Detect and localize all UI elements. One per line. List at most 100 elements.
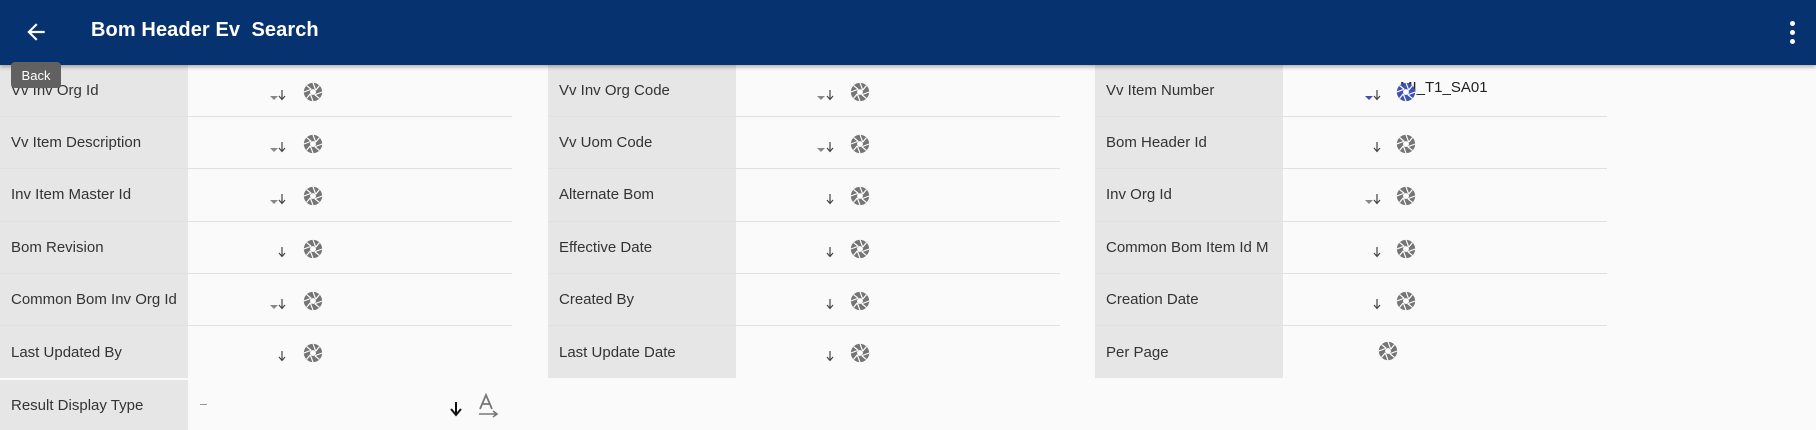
camera-shutter-icon[interactable] (849, 81, 871, 103)
field-label: Created By (548, 273, 736, 325)
form-row: Inv Item Master Id (0, 169, 512, 222)
chevron-down-icon[interactable] (817, 96, 825, 100)
field-input[interactable]: MI_T1_SA01 (1283, 65, 1607, 116)
form-row: Vv Inv Org Id (0, 65, 512, 118)
chevron-down-icon[interactable] (1365, 200, 1373, 205)
camera-shutter-icon[interactable] (1377, 340, 1399, 362)
form-column: Vv Item Number MI_T1_SA01 Bom Header Id Inv… (1095, 65, 1607, 379)
sort-arrow-icon[interactable] (1372, 192, 1382, 205)
field-input[interactable] (1283, 326, 1607, 378)
form-row: Bom Revision (0, 221, 512, 274)
chevron-down-icon[interactable] (270, 148, 278, 153)
form-row: Last Update Date (548, 325, 1060, 379)
sort-arrow-icon[interactable] (277, 88, 287, 101)
field-input[interactable] (1283, 222, 1607, 273)
field-input[interactable] (736, 169, 1060, 220)
field-label: Bom Header Id (1095, 117, 1283, 169)
camera-shutter-icon[interactable] (849, 133, 871, 155)
field-input[interactable] (188, 274, 512, 325)
camera-shutter-icon[interactable] (1395, 133, 1417, 155)
sort-arrow-icon[interactable] (277, 245, 287, 257)
field-input[interactable] (188, 169, 512, 220)
sort-arrow-icon[interactable] (1372, 297, 1382, 310)
field-label: Vv Item Number (1095, 65, 1283, 117)
camera-shutter-icon[interactable] (1395, 238, 1417, 260)
camera-shutter-icon[interactable] (302, 238, 324, 260)
form-row: Vv Item Description (0, 117, 512, 170)
camera-shutter-icon[interactable] (302, 81, 324, 103)
field-label: Inv Item Master Id (0, 169, 188, 221)
camera-shutter-icon[interactable] (302, 342, 324, 364)
field-input[interactable] (188, 117, 512, 168)
sort-arrow-icon[interactable] (1372, 245, 1382, 257)
arrow-down-icon[interactable] (449, 401, 463, 417)
form-column: Vv Inv Org Id Vv Item Description Inv Item… (0, 65, 512, 379)
field-input[interactable] (736, 117, 1060, 168)
camera-shutter-icon[interactable] (1395, 81, 1417, 103)
form-row: Common Bom Item Id M (1095, 221, 1607, 274)
field-label: Vv Inv Org Code (548, 65, 736, 117)
field-input[interactable] (188, 222, 512, 273)
field-input[interactable] (736, 65, 1060, 116)
result-display-value[interactable] (200, 404, 207, 405)
arrow-left-icon (27, 23, 45, 41)
chevron-down-icon[interactable] (1365, 96, 1373, 100)
camera-shutter-icon[interactable] (849, 185, 871, 207)
camera-shutter-icon[interactable] (302, 290, 324, 312)
camera-shutter-icon[interactable] (302, 185, 324, 207)
camera-shutter-icon[interactable] (849, 290, 871, 312)
camera-shutter-icon[interactable] (849, 342, 871, 364)
form-row: Bom Header Id (1095, 117, 1607, 170)
form-row: Last Updated By (0, 325, 512, 379)
chevron-down-icon[interactable] (817, 148, 825, 153)
camera-shutter-icon[interactable] (1395, 290, 1417, 312)
form-row: Vv Uom Code (548, 117, 1060, 170)
sort-arrow-icon[interactable] (825, 88, 835, 101)
form-row: Vv Inv Org Code (548, 65, 1060, 118)
form-row: Creation Date (1095, 273, 1607, 326)
field-input[interactable] (736, 274, 1060, 325)
field-input[interactable] (1283, 274, 1607, 325)
field-input[interactable] (1283, 169, 1607, 220)
field-label: Per Page (1095, 325, 1283, 379)
field-label: Common Bom Inv Org Id (0, 273, 188, 325)
form-row: Common Bom Inv Org Id (0, 273, 512, 326)
sort-arrow-icon[interactable] (277, 349, 287, 362)
field-input[interactable] (188, 65, 512, 116)
sort-arrow-icon[interactable] (277, 140, 287, 153)
chevron-down-icon[interactable] (270, 304, 278, 309)
camera-shutter-icon[interactable] (302, 133, 324, 155)
sort-arrow-icon[interactable] (1372, 140, 1382, 153)
field-label: Inv Org Id (1095, 169, 1283, 221)
field-label: Vv Uom Code (548, 117, 736, 169)
result-display-label: Result Display Type (0, 380, 188, 430)
sort-arrow-icon[interactable] (825, 297, 835, 310)
field-label: Last Updated By (0, 325, 188, 379)
camera-shutter-icon[interactable] (1395, 185, 1417, 207)
camera-shutter-icon[interactable] (849, 238, 871, 260)
field-input[interactable] (1283, 117, 1607, 168)
chevron-down-icon[interactable] (270, 200, 278, 205)
form-row: Alternate Bom (548, 169, 1060, 222)
sort-arrow-icon[interactable] (1372, 88, 1382, 101)
sort-arrow-icon[interactable] (825, 140, 835, 153)
sort-arrow-icon[interactable] (825, 245, 835, 257)
field-input[interactable] (736, 222, 1060, 273)
sort-arrow-icon[interactable] (277, 192, 287, 205)
form-row: Vv Item Number MI_T1_SA01 (1095, 65, 1607, 118)
result-display-row: Result Display Type (0, 380, 512, 430)
form-row: Per Page (1095, 325, 1607, 379)
field-input[interactable] (188, 326, 512, 378)
sort-arrow-icon[interactable] (825, 349, 835, 362)
form-column: Vv Inv Org Code Vv Uom Code Alternate Bom E… (548, 65, 1060, 379)
sort-arrow-icon[interactable] (277, 297, 287, 310)
field-label: Common Bom Item Id M (1095, 221, 1283, 273)
chevron-down-icon[interactable] (270, 96, 278, 100)
sort-arrow-icon[interactable] (825, 192, 835, 205)
text-direction-icon[interactable] (476, 393, 502, 419)
field-input[interactable] (736, 326, 1060, 378)
back-button[interactable] (18, 14, 54, 50)
form-row: Inv Org Id (1095, 169, 1607, 222)
field-label: Creation Date (1095, 273, 1283, 325)
more-menu-button[interactable] (1780, 16, 1804, 48)
